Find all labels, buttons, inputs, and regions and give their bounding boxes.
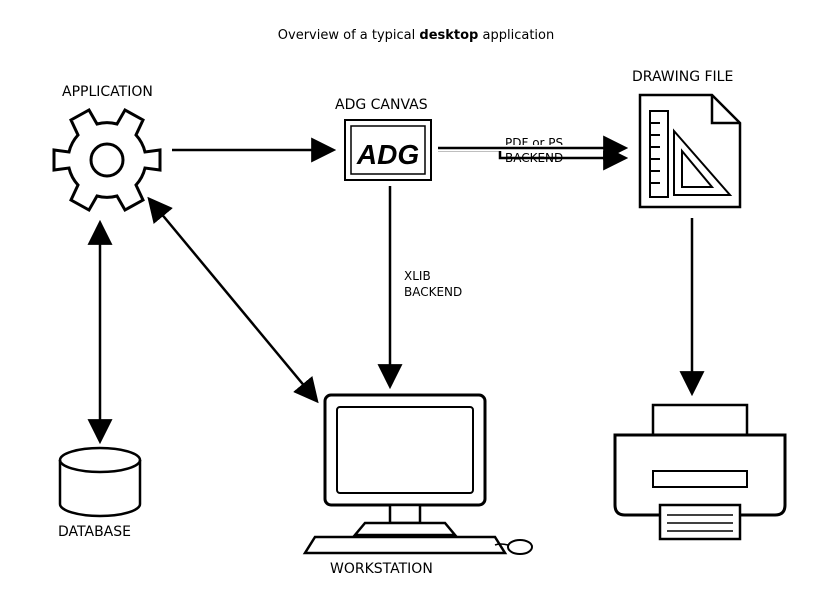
printer-icon: [615, 405, 785, 539]
drawing-file-node: [640, 95, 740, 207]
diagram-stage: Overview of a typical desktop applicatio…: [0, 0, 832, 599]
adg-canvas-node: ADG: [345, 120, 431, 180]
database-icon: [60, 448, 140, 516]
adg-logo-text: ADG: [356, 139, 419, 170]
workstation-icon: [305, 395, 532, 554]
gear-icon: [54, 110, 160, 210]
arrow-canvas-to-file: [438, 150, 624, 158]
diagram-svg: ADG: [0, 0, 832, 599]
arrow-app-workstation: [150, 200, 316, 400]
